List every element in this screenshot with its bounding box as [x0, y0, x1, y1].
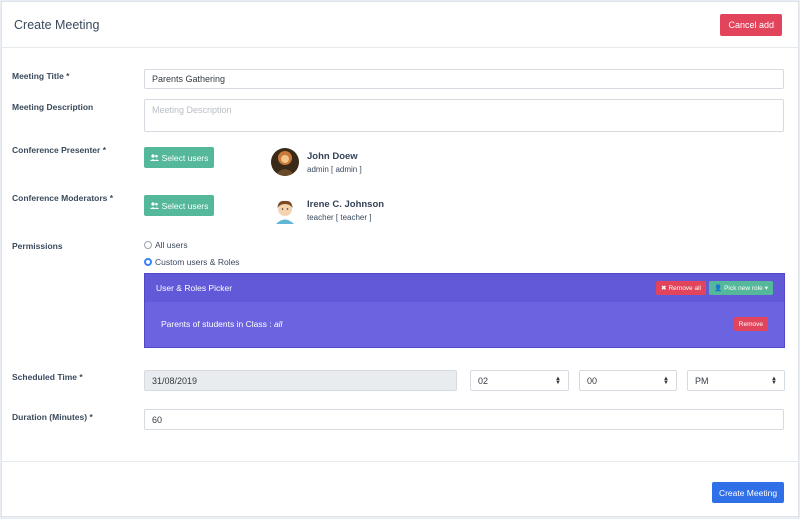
- presenter-user: John Doew admin [ admin ]: [271, 148, 362, 176]
- scheduled-time-label: Scheduled Time *: [12, 372, 83, 382]
- avatar: [271, 196, 299, 224]
- date-input[interactable]: 31/08/2019: [144, 370, 457, 391]
- radio-all-users[interactable]: All users: [144, 240, 188, 250]
- presenter-name: John Doew: [307, 150, 358, 162]
- moderators-label: Conference Moderators *: [12, 193, 114, 203]
- close-icon: ✖: [661, 285, 667, 292]
- picker-title: User & Roles Picker: [156, 283, 233, 293]
- card-footer-divider: [0, 461, 800, 462]
- picker-entry-text: Parents of students in Class : all: [161, 319, 282, 329]
- presenter-role: admin [ admin ]: [307, 164, 362, 174]
- moderator-name: Irene C. Johnson: [307, 198, 385, 210]
- permissions-label: Permissions: [12, 241, 63, 251]
- radio-custom-roles[interactable]: Custom users & Roles: [144, 257, 240, 267]
- minute-value: 00: [587, 375, 598, 386]
- presenter-label: Conference Presenter *: [12, 145, 107, 155]
- remove-all-label: Remove all: [668, 284, 701, 292]
- select-presenter-button[interactable]: Select users: [144, 147, 214, 168]
- meeting-description-input[interactable]: Meeting Description: [144, 99, 784, 132]
- duration-input[interactable]: 60: [144, 409, 784, 430]
- caret-down-icon: ▾: [764, 285, 768, 292]
- meeting-description-label: Meeting Description: [12, 102, 94, 112]
- pick-new-role-button[interactable]: 👤 Pick new role ▾: [708, 281, 773, 295]
- ampm-value: PM: [695, 375, 709, 386]
- hour-select[interactable]: 02 ▲ ▼: [470, 370, 569, 391]
- avatar: [271, 148, 299, 176]
- page-title: Create Meeting: [14, 17, 100, 32]
- users-icon: [149, 153, 159, 163]
- ampm-select[interactable]: PM ▲ ▼: [687, 370, 785, 391]
- cancel-add-button[interactable]: Cancel add: [720, 13, 782, 36]
- create-meeting-button[interactable]: Create Meeting: [712, 482, 784, 503]
- radio-label: Custom users & Roles: [155, 257, 240, 267]
- remove-all-button[interactable]: ✖ Remove all: [656, 281, 706, 295]
- user-icon: 👤: [713, 285, 723, 292]
- meeting-title-label: Meeting Title *: [12, 71, 70, 81]
- radio-circle: [144, 241, 152, 249]
- users-icon: [149, 201, 159, 211]
- picker-header: User & Roles Picker ✖ Remove all 👤 Pick …: [145, 274, 784, 302]
- picker-entry: Parents of students in Class : all Remov…: [145, 302, 784, 346]
- meeting-title-input[interactable]: Parents Gathering: [144, 69, 784, 89]
- select-moderators-button[interactable]: Select users: [144, 195, 214, 216]
- entry-text: Parents of students in Class :: [161, 319, 272, 329]
- duration-label: Duration (Minutes) *: [12, 412, 93, 422]
- card-header: Create Meeting Cancel add: [2, 2, 798, 48]
- pick-role-label: Pick new role: [724, 284, 763, 292]
- select-users-label: Select users: [161, 152, 209, 163]
- moderator-role: teacher [ teacher ]: [307, 212, 372, 222]
- hour-value: 02: [478, 375, 489, 386]
- select-users-label: Select users: [161, 200, 209, 211]
- moderator-user: Irene C. Johnson teacher [ teacher ]: [271, 196, 384, 224]
- radio-circle-checked: [144, 258, 152, 266]
- user-roles-picker: User & Roles Picker ✖ Remove all 👤 Pick …: [144, 273, 785, 348]
- minute-select[interactable]: 00 ▲ ▼: [579, 370, 677, 391]
- updown-icon: ▲ ▼: [771, 375, 777, 386]
- updown-icon: ▲ ▼: [555, 375, 561, 386]
- entry-value: all: [273, 319, 283, 329]
- radio-label: All users: [155, 240, 188, 250]
- remove-entry-button[interactable]: Remove: [733, 317, 768, 331]
- updown-icon: ▲ ▼: [663, 375, 669, 386]
